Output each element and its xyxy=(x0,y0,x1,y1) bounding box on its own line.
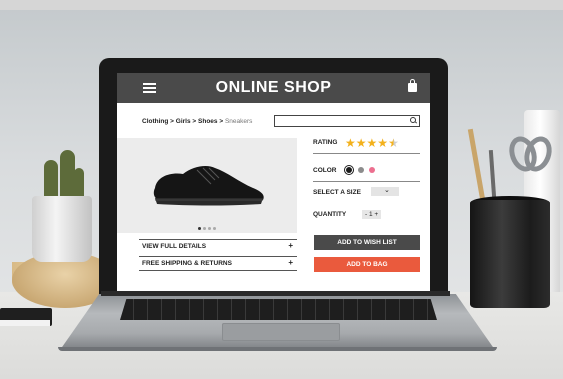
search-input[interactable] xyxy=(274,115,420,127)
chevron-down-icon: ⌄ xyxy=(384,187,390,194)
product-image xyxy=(117,138,297,233)
star-icon: ★ xyxy=(355,136,367,150)
color-label: COLOR xyxy=(313,167,337,174)
half-star-icon: ★ xyxy=(388,136,399,150)
breadcrumb: Clothing > Girls > Shoes > Sneakers xyxy=(142,118,252,125)
free-shipping-row[interactable]: FREE SHIPPING & RETURNS + xyxy=(139,256,297,270)
color-swatch-black[interactable] xyxy=(346,167,352,173)
notebook-pages xyxy=(0,320,50,326)
breadcrumb-item-girls[interactable]: Girls xyxy=(176,118,191,125)
carousel-dot[interactable] xyxy=(198,227,201,230)
carousel-dot[interactable] xyxy=(213,227,216,230)
laptop-screen: ONLINE SHOP Clothing > Girls > Shoes > S… xyxy=(117,73,430,291)
laptop-trackpad xyxy=(222,323,340,341)
search-icon[interactable] xyxy=(410,117,416,123)
shopping-bag-icon[interactable] xyxy=(408,79,417,92)
breadcrumb-separator: > xyxy=(192,118,197,125)
carousel-dot[interactable] xyxy=(203,227,206,230)
laptop-hinge xyxy=(101,291,450,296)
star-icon: ★ xyxy=(377,136,389,150)
star-icon: ★ xyxy=(366,136,378,150)
color-swatch-pink[interactable] xyxy=(369,167,375,173)
pen-holder xyxy=(470,200,550,308)
laptop-base-edge xyxy=(58,347,497,351)
divider xyxy=(139,270,297,271)
rating-label: RATING xyxy=(313,139,338,146)
carousel-dots xyxy=(198,217,218,230)
add-to-bag-button[interactable]: ADD TO BAG xyxy=(314,257,420,272)
star-icon: ★ xyxy=(345,136,356,150)
cactus-plant xyxy=(60,150,75,202)
shop-title: ONLINE SHOP xyxy=(215,79,332,96)
size-label: SELECT A SIZE xyxy=(313,189,361,196)
quantity-minus-button[interactable]: - xyxy=(365,211,367,218)
breadcrumb-current: Sneakers xyxy=(224,118,253,125)
divider xyxy=(313,153,420,154)
sneaker-image xyxy=(153,166,264,206)
size-select[interactable]: ⌄ xyxy=(371,187,399,196)
quantity-value[interactable]: 1 xyxy=(369,211,373,218)
shop-header: ONLINE SHOP xyxy=(117,73,430,103)
view-full-details-row[interactable]: VIEW FULL DETAILS + xyxy=(139,239,297,253)
laptop-keyboard xyxy=(120,299,437,320)
breadcrumb-item-clothing[interactable]: Clothing xyxy=(142,118,168,125)
quantity-label: QUANTITY xyxy=(313,211,347,218)
carousel-dot[interactable] xyxy=(208,227,211,230)
breadcrumb-separator: > xyxy=(219,118,224,125)
quantity-stepper: - 1 + xyxy=(362,210,382,219)
breadcrumb-separator: > xyxy=(170,118,174,125)
breadcrumb-item-shoes[interactable]: Shoes xyxy=(198,118,218,125)
divider xyxy=(313,181,420,182)
detail-row-label: FREE SHIPPING & RETURNS xyxy=(142,260,232,267)
detail-row-label: VIEW FULL DETAILS xyxy=(142,243,207,250)
rating-stars: ★★★★★ xyxy=(345,134,399,149)
plant-pot xyxy=(32,196,92,262)
expand-plus-icon[interactable]: + xyxy=(288,258,293,267)
add-to-wishlist-button[interactable]: ADD TO WISH LIST xyxy=(314,235,420,250)
color-swatch-gray[interactable] xyxy=(358,167,364,173)
expand-plus-icon[interactable]: + xyxy=(288,241,293,250)
quantity-plus-button[interactable]: + xyxy=(374,211,378,218)
top-frame xyxy=(0,0,563,10)
